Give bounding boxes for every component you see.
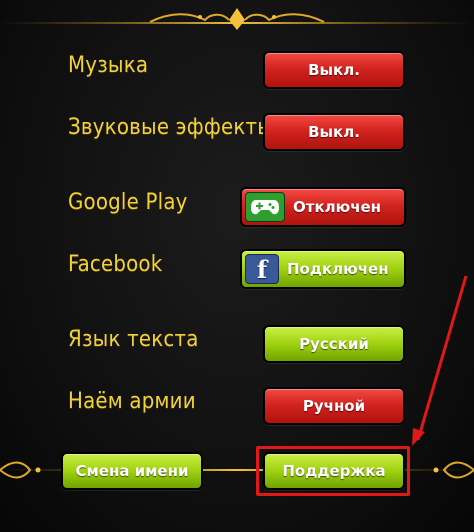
annotation-arrow-icon [412, 275, 468, 446]
settings-panel: Музыка Звуковые эффекты Google Play Face… [0, 0, 474, 532]
